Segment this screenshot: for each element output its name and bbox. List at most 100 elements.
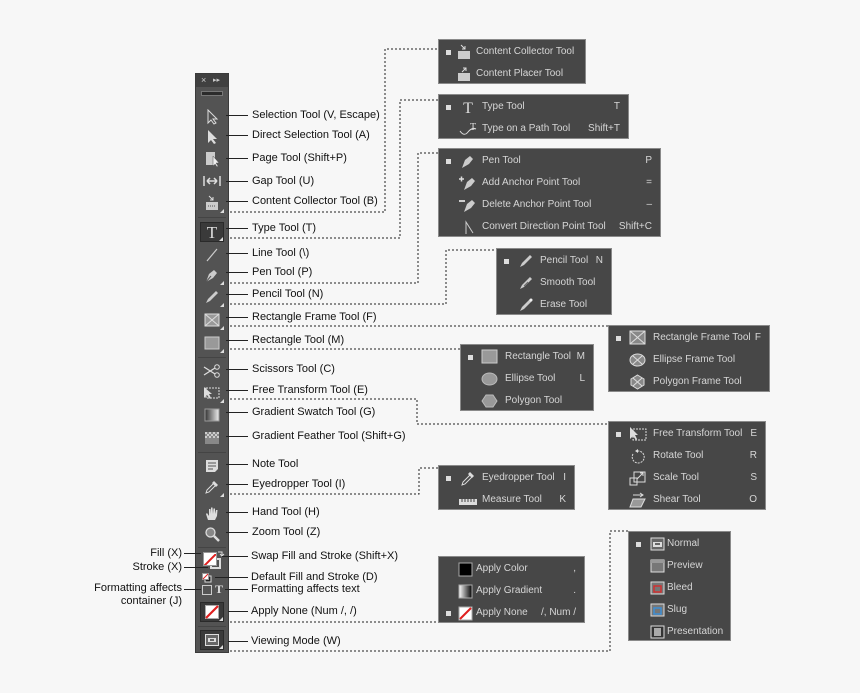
line-tool-button[interactable]	[200, 245, 224, 265]
menu-item-type-on-path[interactable]: T Type on a Path Tool Shift+T	[439, 118, 628, 140]
menu-item-shear-tool[interactable]: Shear Tool O	[609, 489, 765, 511]
note-tool-button[interactable]	[200, 456, 224, 476]
rectangle-tool-button[interactable]	[200, 333, 224, 353]
viewing-mode-button[interactable]	[200, 630, 224, 650]
default-fill-stroke-icon[interactable]	[202, 573, 212, 583]
menu-item-pencil-tool[interactable]: Pencil Tool N	[497, 250, 611, 272]
page-tool-button[interactable]	[200, 149, 224, 169]
active-bullet-icon	[446, 50, 451, 55]
menu-item-label: Measure Tool	[482, 494, 542, 505]
free-transform-tool-button[interactable]	[200, 383, 224, 403]
selection-tool-button[interactable]	[200, 107, 224, 127]
free-transform-icon	[204, 387, 220, 399]
menu-item-rotate-tool[interactable]: Rotate Tool R	[609, 445, 765, 467]
direct-selection-tool-button[interactable]	[200, 127, 224, 147]
menu-item-type-tool[interactable]: T Type Tool T	[439, 96, 628, 118]
menu-item-label: Polygon Frame Tool	[653, 376, 742, 387]
menu-item-label: Preview	[667, 560, 703, 571]
panel-grip[interactable]	[201, 91, 223, 96]
shortcut-key: S	[750, 472, 757, 483]
menu-item-content-placer[interactable]: Content Placer Tool	[439, 63, 585, 85]
zoom-tool-button[interactable]	[200, 524, 224, 544]
menu-item-label: Erase Tool	[540, 299, 588, 310]
menu-item-content-collector[interactable]: Content Collector Tool	[439, 41, 585, 63]
menu-item-erase-tool[interactable]: Erase Tool	[497, 294, 611, 316]
menu-item-label: Rotate Tool	[653, 450, 704, 461]
pencil-tools-menu: Pencil Tool N Smooth Tool Erase Tool	[496, 248, 612, 315]
tool-leader-line	[226, 272, 248, 273]
menu-item-bleed-mode[interactable]: Bleed	[629, 577, 730, 599]
menu-item-preview-mode[interactable]: Preview	[629, 555, 730, 577]
menu-item-ellipse-frame[interactable]: Ellipse Frame Tool	[609, 349, 769, 371]
menu-item-label: Apply Gradient	[476, 585, 543, 596]
type-tool-icon: T	[207, 224, 218, 240]
close-icon[interactable]: ×	[201, 74, 206, 87]
tool-label: Hand Tool (H)	[252, 506, 320, 518]
tool-leader-line	[226, 532, 248, 533]
menu-item-scale-tool[interactable]: Scale Tool S	[609, 467, 765, 489]
stroke-label: Stroke (X)	[132, 561, 182, 573]
rectangle-frame-icon	[629, 330, 647, 346]
menu-item-rectangle-tool[interactable]: Rectangle Tool M	[461, 346, 593, 368]
rectangle-frame-tool-button[interactable]	[200, 310, 224, 330]
menu-item-presentation-mode[interactable]: Presentation	[629, 621, 730, 643]
gradient-feather-tool-button[interactable]	[200, 428, 224, 448]
default-leader	[215, 577, 248, 578]
gradient-feather-icon	[205, 432, 219, 444]
menu-item-rectangle-frame[interactable]: Rectangle Frame Tool F	[609, 327, 769, 349]
type-tool-button[interactable]: T	[200, 222, 224, 242]
tool-label: Page Tool (Shift+P)	[252, 152, 347, 164]
menu-item-apply-gradient[interactable]: Apply Gradient.	[439, 580, 584, 602]
add-anchor-point-icon	[459, 175, 477, 191]
menu-item-pen-tool[interactable]: Pen Tool P	[439, 150, 660, 172]
menu-item-measure-tool[interactable]: Measure Tool K	[439, 489, 574, 511]
menu-item-polygon-frame[interactable]: Polygon Frame Tool	[609, 371, 769, 393]
menu-item-label: Free Transform Tool	[653, 428, 743, 439]
pencil-tool-button[interactable]	[200, 287, 224, 307]
formatting-container-button[interactable]	[202, 585, 212, 595]
menu-item-apply-none[interactable]: Apply None /, Num /	[439, 602, 584, 624]
stroke-leader	[184, 567, 208, 568]
fill-swatch[interactable]	[203, 552, 217, 566]
scissors-tool-button[interactable]	[200, 361, 224, 381]
active-bullet-icon	[636, 542, 641, 547]
menu-item-smooth-tool[interactable]: Smooth Tool	[497, 272, 611, 294]
gap-tool-button[interactable]	[200, 171, 224, 191]
menu-item-label: Normal	[667, 538, 700, 549]
menu-item-apply-color[interactable]: Apply Color,	[439, 558, 584, 580]
apply-none-button[interactable]	[200, 602, 224, 622]
eyedropper-tool-button[interactable]	[200, 477, 224, 497]
formatting-text-icon[interactable]: T	[213, 583, 225, 595]
menu-item-eyedropper[interactable]: Eyedropper Tool I	[439, 467, 574, 489]
gradient-swatch-tool-button[interactable]	[200, 405, 224, 425]
menu-item-polygon-tool[interactable]: Polygon Tool	[461, 390, 593, 412]
shortcut-key: K	[559, 494, 566, 505]
hand-tool-button[interactable]	[200, 504, 224, 524]
divider	[198, 452, 226, 453]
content-collector-tool-button[interactable]	[200, 193, 224, 213]
divider	[198, 357, 226, 358]
menu-item-convert-direction-point[interactable]: Convert Direction Point Tool Shift+C	[439, 216, 660, 238]
shortcut-key: Shift+T	[588, 123, 620, 134]
menu-item-ellipse-tool[interactable]: Ellipse Tool L	[461, 368, 593, 390]
pen-tool-button[interactable]	[200, 265, 224, 285]
menu-item-label: Apply None	[476, 607, 528, 618]
free-transform-icon	[629, 426, 647, 442]
menu-item-delete-anchor-point[interactable]: Delete Anchor Point Tool –	[439, 194, 660, 216]
menu-item-normal-mode[interactable]: Normal	[629, 533, 730, 555]
pen-tool-icon	[459, 153, 477, 169]
menu-item-free-transform[interactable]: Free Transform Tool E	[609, 423, 765, 445]
eyedropper-icon	[205, 481, 218, 494]
shortcut-key: ,	[573, 563, 576, 574]
apply-color-icon	[457, 561, 475, 577]
menu-item-slug-mode[interactable]: Slug	[629, 599, 730, 621]
eyedropper-tools-menu: Eyedropper Tool I Measure Tool K	[438, 465, 575, 510]
expand-icon[interactable]: ▸▸	[213, 74, 220, 87]
apply-none-label: Apply None (Num /, /)	[251, 605, 357, 617]
menu-item-add-anchor-point[interactable]: Add Anchor Point Tool =	[439, 172, 660, 194]
pencil-tool-icon	[517, 253, 535, 269]
rectangle-tool-icon	[204, 336, 220, 350]
viewing-mode-menu: Normal Preview Bleed Slug Presentation	[628, 531, 731, 641]
submenu-indicator	[219, 645, 223, 649]
tool-leader-line	[226, 181, 248, 182]
